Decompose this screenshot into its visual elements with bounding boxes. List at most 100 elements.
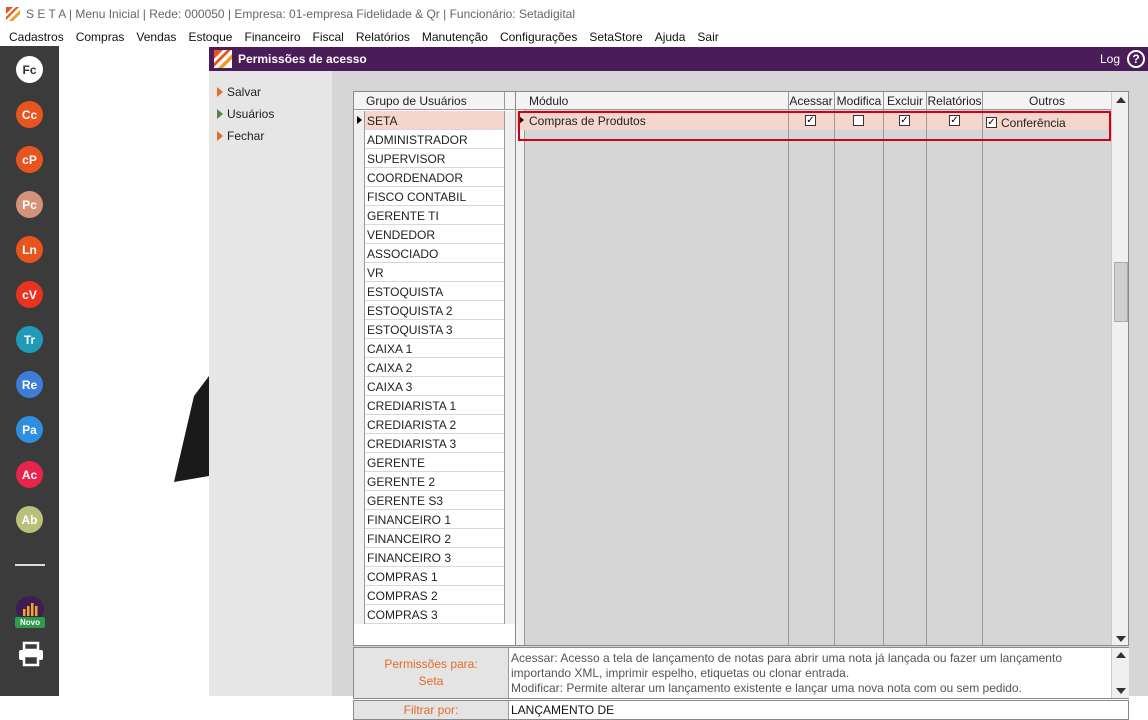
row-indicator xyxy=(354,263,365,282)
new-report-button[interactable]: Novo xyxy=(15,596,45,630)
row-indicator xyxy=(354,339,365,358)
menu-item-sair[interactable]: Sair xyxy=(691,30,724,44)
row-indicator xyxy=(354,301,365,320)
excluir-checkbox[interactable]: ✓ xyxy=(899,115,910,126)
filter-label: Filtrar por: xyxy=(354,701,509,719)
filter-input[interactable]: LANÇAMENTO DE xyxy=(511,703,614,717)
group-row[interactable]: CREDIARISTA 3 xyxy=(354,434,515,453)
row-indicator xyxy=(354,168,365,187)
group-row[interactable]: CREDIARISTA 1 xyxy=(354,396,515,415)
group-name: CAIXA 3 xyxy=(367,380,413,394)
groups-column-header: Grupo de Usuários xyxy=(366,94,467,108)
acessar-checkbox[interactable]: ✓ xyxy=(805,115,816,126)
group-row[interactable]: CREDIARISTA 2 xyxy=(354,415,515,434)
group-row[interactable]: GERENTE 2 xyxy=(354,472,515,491)
desktop-background xyxy=(59,46,209,696)
col-relatorios: Relatórios xyxy=(927,94,982,108)
menu-item-manutencao[interactable]: Manutenção xyxy=(416,30,494,44)
vertical-scrollbar[interactable] xyxy=(1111,92,1128,645)
log-link[interactable]: Log xyxy=(1100,52,1120,66)
sidebar-button-cc[interactable]: Cc xyxy=(16,101,43,128)
sidebar-button-fc[interactable]: Fc xyxy=(16,56,43,83)
group-row[interactable]: ASSOCIADO xyxy=(354,244,515,263)
description-scrollbar[interactable] xyxy=(1111,648,1129,698)
group-row[interactable]: ESTOQUISTA 3 xyxy=(354,320,515,339)
group-row[interactable]: FINANCEIRO 3 xyxy=(354,548,515,567)
actions-panel: Salvar Usuários Fechar xyxy=(209,71,332,696)
sidebar-button-pc[interactable]: Pc xyxy=(16,191,43,218)
seta-logo-icon xyxy=(6,7,20,21)
permissions-description: Acessar: Acesso a tela de lançamento de … xyxy=(511,651,1111,696)
group-row[interactable]: CAIXA 1 xyxy=(354,339,515,358)
group-row[interactable]: GERENTE TI xyxy=(354,206,515,225)
group-row[interactable]: SETA xyxy=(354,111,515,130)
save-action[interactable]: Salvar xyxy=(217,85,261,99)
scroll-thumb[interactable] xyxy=(1114,262,1128,322)
group-row[interactable]: FINANCEIRO 2 xyxy=(354,529,515,548)
save-label: Salvar xyxy=(227,85,262,99)
row-indicator xyxy=(354,149,365,168)
menu-item-configuracoes[interactable]: Configurações xyxy=(494,30,583,44)
module-row[interactable]: Compras de Produtos ✓ ✓ ✓ ✓ Conferência xyxy=(516,111,1111,130)
menu-item-estoque[interactable]: Estoque xyxy=(182,30,238,44)
window-title-bar: Permissões de acesso Log ? xyxy=(209,47,1148,71)
sidebar-button-re[interactable]: Re xyxy=(16,371,43,398)
row-indicator xyxy=(354,472,365,491)
menu-item-vendas[interactable]: Vendas xyxy=(130,30,182,44)
sidebar-button-cp[interactable]: cP xyxy=(16,146,43,173)
menu-item-cadastros[interactable]: Cadastros xyxy=(3,30,70,44)
col-modifica: Modifica xyxy=(836,94,882,108)
relatorios-checkbox[interactable]: ✓ xyxy=(949,115,960,126)
sidebar-button-tr[interactable]: Tr xyxy=(16,326,43,353)
row-indicator xyxy=(354,510,365,529)
menu-item-setastore[interactable]: SetaStore xyxy=(583,30,648,44)
group-row[interactable]: CAIXA 2 xyxy=(354,358,515,377)
modifica-checkbox[interactable] xyxy=(853,115,864,126)
group-row[interactable]: CAIXA 3 xyxy=(354,377,515,396)
group-row[interactable]: COORDENADOR xyxy=(354,168,515,187)
group-row[interactable]: ESTOQUISTA 2 xyxy=(354,301,515,320)
group-name: COORDENADOR xyxy=(367,171,464,185)
group-row[interactable]: SUPERVISOR xyxy=(354,149,515,168)
group-name: FINANCEIRO 1 xyxy=(367,513,452,527)
menu-item-relatorios[interactable]: Relatórios xyxy=(350,30,416,44)
group-name: CREDIARISTA 3 xyxy=(367,437,457,451)
group-row[interactable]: VR xyxy=(354,263,515,282)
sidebar-button-pa[interactable]: Pa xyxy=(16,416,43,443)
group-row[interactable]: FINANCEIRO 1 xyxy=(354,510,515,529)
group-row[interactable]: COMPRAS 2 xyxy=(354,586,515,605)
group-row[interactable]: VENDEDOR xyxy=(354,225,515,244)
menu-item-ajuda[interactable]: Ajuda xyxy=(649,30,692,44)
scroll-up-icon[interactable] xyxy=(1116,97,1126,103)
group-name: COMPRAS 3 xyxy=(367,608,438,622)
permissions-group-name: Seta xyxy=(418,674,444,688)
sidebar-button-cv[interactable]: cV xyxy=(16,281,43,308)
users-label: Usuários xyxy=(227,107,275,121)
group-name: GERENTE S3 xyxy=(367,494,444,508)
close-action[interactable]: Fechar xyxy=(217,129,264,143)
group-row[interactable]: COMPRAS 3 xyxy=(354,605,515,624)
group-row[interactable]: FISCO CONTABIL xyxy=(354,187,515,206)
group-row[interactable]: GERENTE S3 xyxy=(354,491,515,510)
scroll-down-icon[interactable] xyxy=(1116,636,1126,642)
printer-icon[interactable] xyxy=(17,641,45,667)
group-row[interactable]: GERENTE xyxy=(354,453,515,472)
sidebar-button-ab[interactable]: Ab xyxy=(16,506,43,533)
menu-item-fiscal[interactable]: Fiscal xyxy=(307,30,350,44)
group-name: CREDIARISTA 1 xyxy=(367,399,457,413)
group-row[interactable]: ESTOQUISTA xyxy=(354,282,515,301)
group-row[interactable]: ADMINISTRADOR xyxy=(354,130,515,149)
sidebar-button-ac[interactable]: Ac xyxy=(16,461,43,488)
col-modulo: Módulo xyxy=(529,94,569,108)
sidebar-button-ln[interactable]: Ln xyxy=(16,236,43,263)
group-name: CAIXA 1 xyxy=(367,342,413,356)
help-icon[interactable]: ? xyxy=(1127,50,1145,68)
group-row[interactable]: COMPRAS 1 xyxy=(354,567,515,586)
group-name: ESTOQUISTA 2 xyxy=(367,304,453,318)
groups-header: Grupo de Usuários xyxy=(354,92,515,110)
conferencia-checkbox[interactable]: ✓ xyxy=(986,117,997,128)
menu-item-compras[interactable]: Compras xyxy=(70,30,131,44)
content-area: Grupo de Usuários SETA ADMINISTRADOR SUPER… xyxy=(332,71,1148,720)
users-action[interactable]: Usuários xyxy=(217,107,274,121)
menu-item-financeiro[interactable]: Financeiro xyxy=(238,30,306,44)
